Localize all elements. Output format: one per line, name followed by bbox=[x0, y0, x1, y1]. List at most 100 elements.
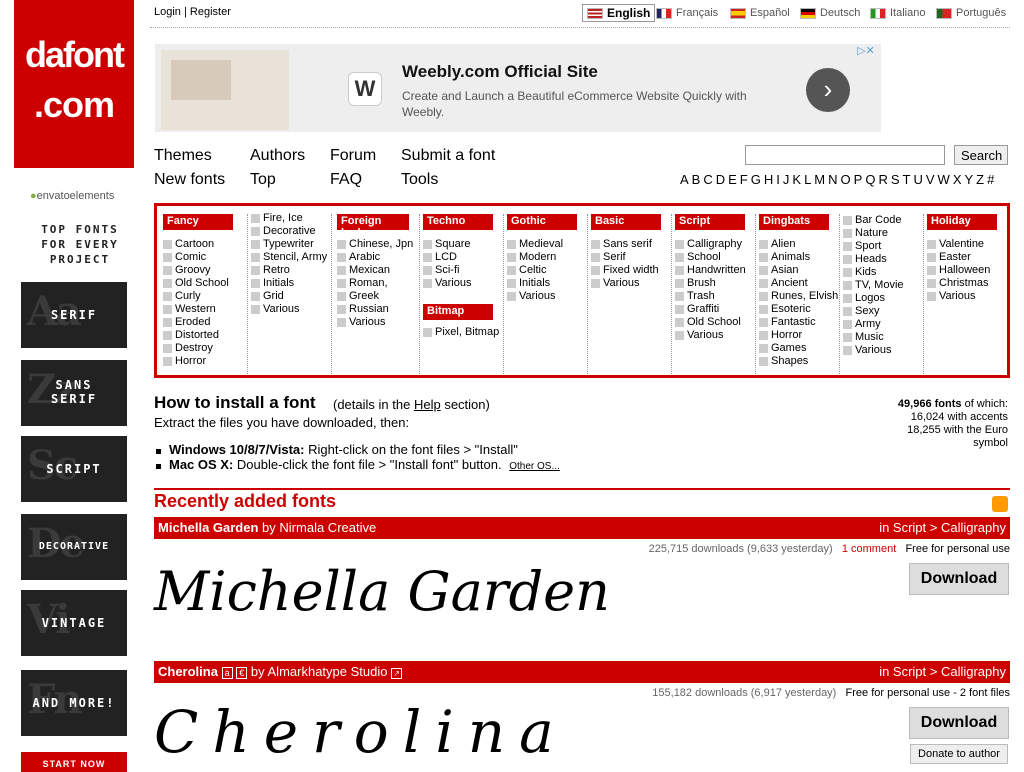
alpha-link[interactable]: W bbox=[938, 172, 950, 187]
category-item[interactable]: Various bbox=[591, 277, 661, 290]
lang-english[interactable]: English bbox=[582, 4, 656, 22]
alpha-link[interactable]: O bbox=[841, 172, 851, 187]
category-item[interactable]: Chinese, Jpn bbox=[337, 238, 413, 251]
category-item[interactable]: Distorted bbox=[163, 329, 233, 342]
ad-description[interactable]: Create and Launch a Beautiful eCommerce … bbox=[402, 88, 770, 120]
category-item[interactable]: Old School bbox=[163, 277, 233, 290]
category-item[interactable]: Mexican bbox=[337, 264, 413, 277]
category-header[interactable]: Dingbats bbox=[759, 214, 829, 230]
category-item[interactable]: Stencil, Army bbox=[251, 251, 327, 264]
category-item[interactable]: Various bbox=[423, 277, 499, 290]
category-item[interactable]: Sans serif bbox=[591, 238, 661, 251]
category-item[interactable]: Serif bbox=[591, 251, 661, 264]
category-item[interactable]: Initials bbox=[251, 277, 327, 290]
download-button[interactable]: Download bbox=[909, 707, 1009, 739]
lang-spanish[interactable]: Español bbox=[726, 4, 794, 22]
nav-authors[interactable]: Authors bbox=[250, 147, 305, 165]
nav-new-fonts[interactable]: New fonts bbox=[154, 171, 225, 189]
lang-italian[interactable]: Italiano bbox=[866, 4, 929, 22]
category-item[interactable]: Brush bbox=[675, 277, 746, 290]
font-preview[interactable]: Michella Garden bbox=[154, 560, 610, 623]
help-link[interactable]: Help bbox=[414, 397, 441, 412]
category-item[interactable]: Comic bbox=[163, 251, 233, 264]
category-item[interactable]: Retro bbox=[251, 264, 327, 277]
alpha-link[interactable]: Z bbox=[976, 172, 984, 187]
category-item[interactable]: Sport bbox=[843, 240, 904, 253]
alpha-link[interactable]: A bbox=[680, 172, 689, 187]
alpha-link[interactable]: N bbox=[828, 172, 837, 187]
promo-and-more[interactable]: Fn AND MORE! bbox=[21, 670, 127, 736]
envato-ad-logo[interactable]: ●envatoelements bbox=[30, 190, 130, 206]
category-header[interactable]: Script bbox=[675, 214, 745, 230]
alpha-link[interactable]: P bbox=[854, 172, 863, 187]
category-item[interactable]: Trash bbox=[675, 290, 746, 303]
category-item[interactable]: Horror bbox=[163, 355, 233, 368]
alpha-link[interactable]: B bbox=[692, 172, 701, 187]
category-item[interactable]: Sci-fi bbox=[423, 264, 499, 277]
lang-portuguese[interactable]: Português bbox=[932, 4, 1010, 22]
category-item[interactable]: Celtic bbox=[507, 264, 577, 277]
search-button[interactable]: Search bbox=[954, 145, 1008, 165]
rss-icon[interactable] bbox=[992, 496, 1008, 512]
category-item[interactable]: Asian bbox=[759, 264, 838, 277]
category-item[interactable]: Initials bbox=[507, 277, 577, 290]
weebly-logo-icon[interactable]: W bbox=[348, 72, 382, 106]
font-category-link[interactable]: in Script > Calligraphy bbox=[879, 520, 1006, 535]
alpha-link[interactable]: I bbox=[776, 172, 780, 187]
nav-top[interactable]: Top bbox=[250, 171, 276, 189]
register-link[interactable]: Register bbox=[190, 6, 231, 18]
nav-submit-font[interactable]: Submit a font bbox=[401, 147, 495, 165]
alpha-link[interactable]: S bbox=[891, 172, 900, 187]
category-item[interactable]: Handwritten bbox=[675, 264, 746, 277]
category-header[interactable]: Basic bbox=[591, 214, 661, 230]
category-header[interactable]: Gothic bbox=[507, 214, 577, 230]
category-item[interactable]: Calligraphy bbox=[675, 238, 746, 251]
category-item[interactable]: Esoteric bbox=[759, 303, 838, 316]
category-item[interactable]: Graffiti bbox=[675, 303, 746, 316]
category-item[interactable]: Square bbox=[423, 238, 499, 251]
category-item[interactable]: Old School bbox=[675, 316, 746, 329]
alpha-link[interactable]: E bbox=[728, 172, 737, 187]
font-author-link[interactable]: Almarkhatype Studio bbox=[268, 664, 388, 679]
adchoices-icon[interactable]: ▷✕ bbox=[849, 44, 883, 60]
category-item[interactable]: Kids bbox=[843, 266, 904, 279]
category-item[interactable]: Various bbox=[251, 303, 327, 316]
category-item[interactable]: Horror bbox=[759, 329, 838, 342]
nav-themes[interactable]: Themes bbox=[154, 147, 212, 165]
category-item[interactable]: Western bbox=[163, 303, 233, 316]
download-button[interactable]: Download bbox=[909, 563, 1009, 595]
category-item[interactable]: School bbox=[675, 251, 746, 264]
category-item[interactable]: Various bbox=[927, 290, 997, 303]
category-header[interactable]: Bitmap bbox=[423, 304, 493, 320]
promo-sans-serif[interactable]: Zz SANS SERIF bbox=[21, 360, 127, 426]
category-item[interactable]: Fire, Ice bbox=[251, 212, 327, 225]
alpha-link[interactable]: F bbox=[740, 172, 748, 187]
alpha-link[interactable]: X bbox=[953, 172, 962, 187]
alpha-link[interactable]: T bbox=[903, 172, 911, 187]
category-item[interactable]: Bar Code bbox=[843, 214, 904, 227]
font-name-link[interactable]: Michella Garden bbox=[158, 520, 258, 535]
other-os-link[interactable]: Other OS... bbox=[509, 461, 560, 472]
category-item[interactable]: Logos bbox=[843, 292, 904, 305]
category-header[interactable]: Techno bbox=[423, 214, 493, 230]
alpha-link[interactable]: U bbox=[913, 172, 922, 187]
category-item[interactable]: Russian bbox=[337, 303, 413, 316]
category-item[interactable]: Games bbox=[759, 342, 838, 355]
category-item[interactable]: Valentine bbox=[927, 238, 997, 251]
category-item[interactable]: Modern bbox=[507, 251, 577, 264]
font-comments-link[interactable]: 1 comment bbox=[842, 543, 896, 555]
nav-tools[interactable]: Tools bbox=[401, 171, 438, 189]
category-item[interactable]: Sexy bbox=[843, 305, 904, 318]
search-input[interactable] bbox=[745, 145, 945, 165]
alpha-link[interactable]: M bbox=[814, 172, 825, 187]
site-logo[interactable]: dafont .com bbox=[14, 0, 134, 168]
alpha-link[interactable]: V bbox=[926, 172, 935, 187]
category-header[interactable]: Fancy bbox=[163, 214, 233, 230]
category-item[interactable]: Nature bbox=[843, 227, 904, 240]
category-item[interactable]: Animals bbox=[759, 251, 838, 264]
font-category-link[interactable]: in Script > Calligraphy bbox=[879, 664, 1006, 679]
category-item[interactable]: Christmas bbox=[927, 277, 997, 290]
category-item[interactable]: Groovy bbox=[163, 264, 233, 277]
category-item[interactable]: Fantastic bbox=[759, 316, 838, 329]
start-now-button[interactable]: START NOW bbox=[21, 752, 127, 772]
